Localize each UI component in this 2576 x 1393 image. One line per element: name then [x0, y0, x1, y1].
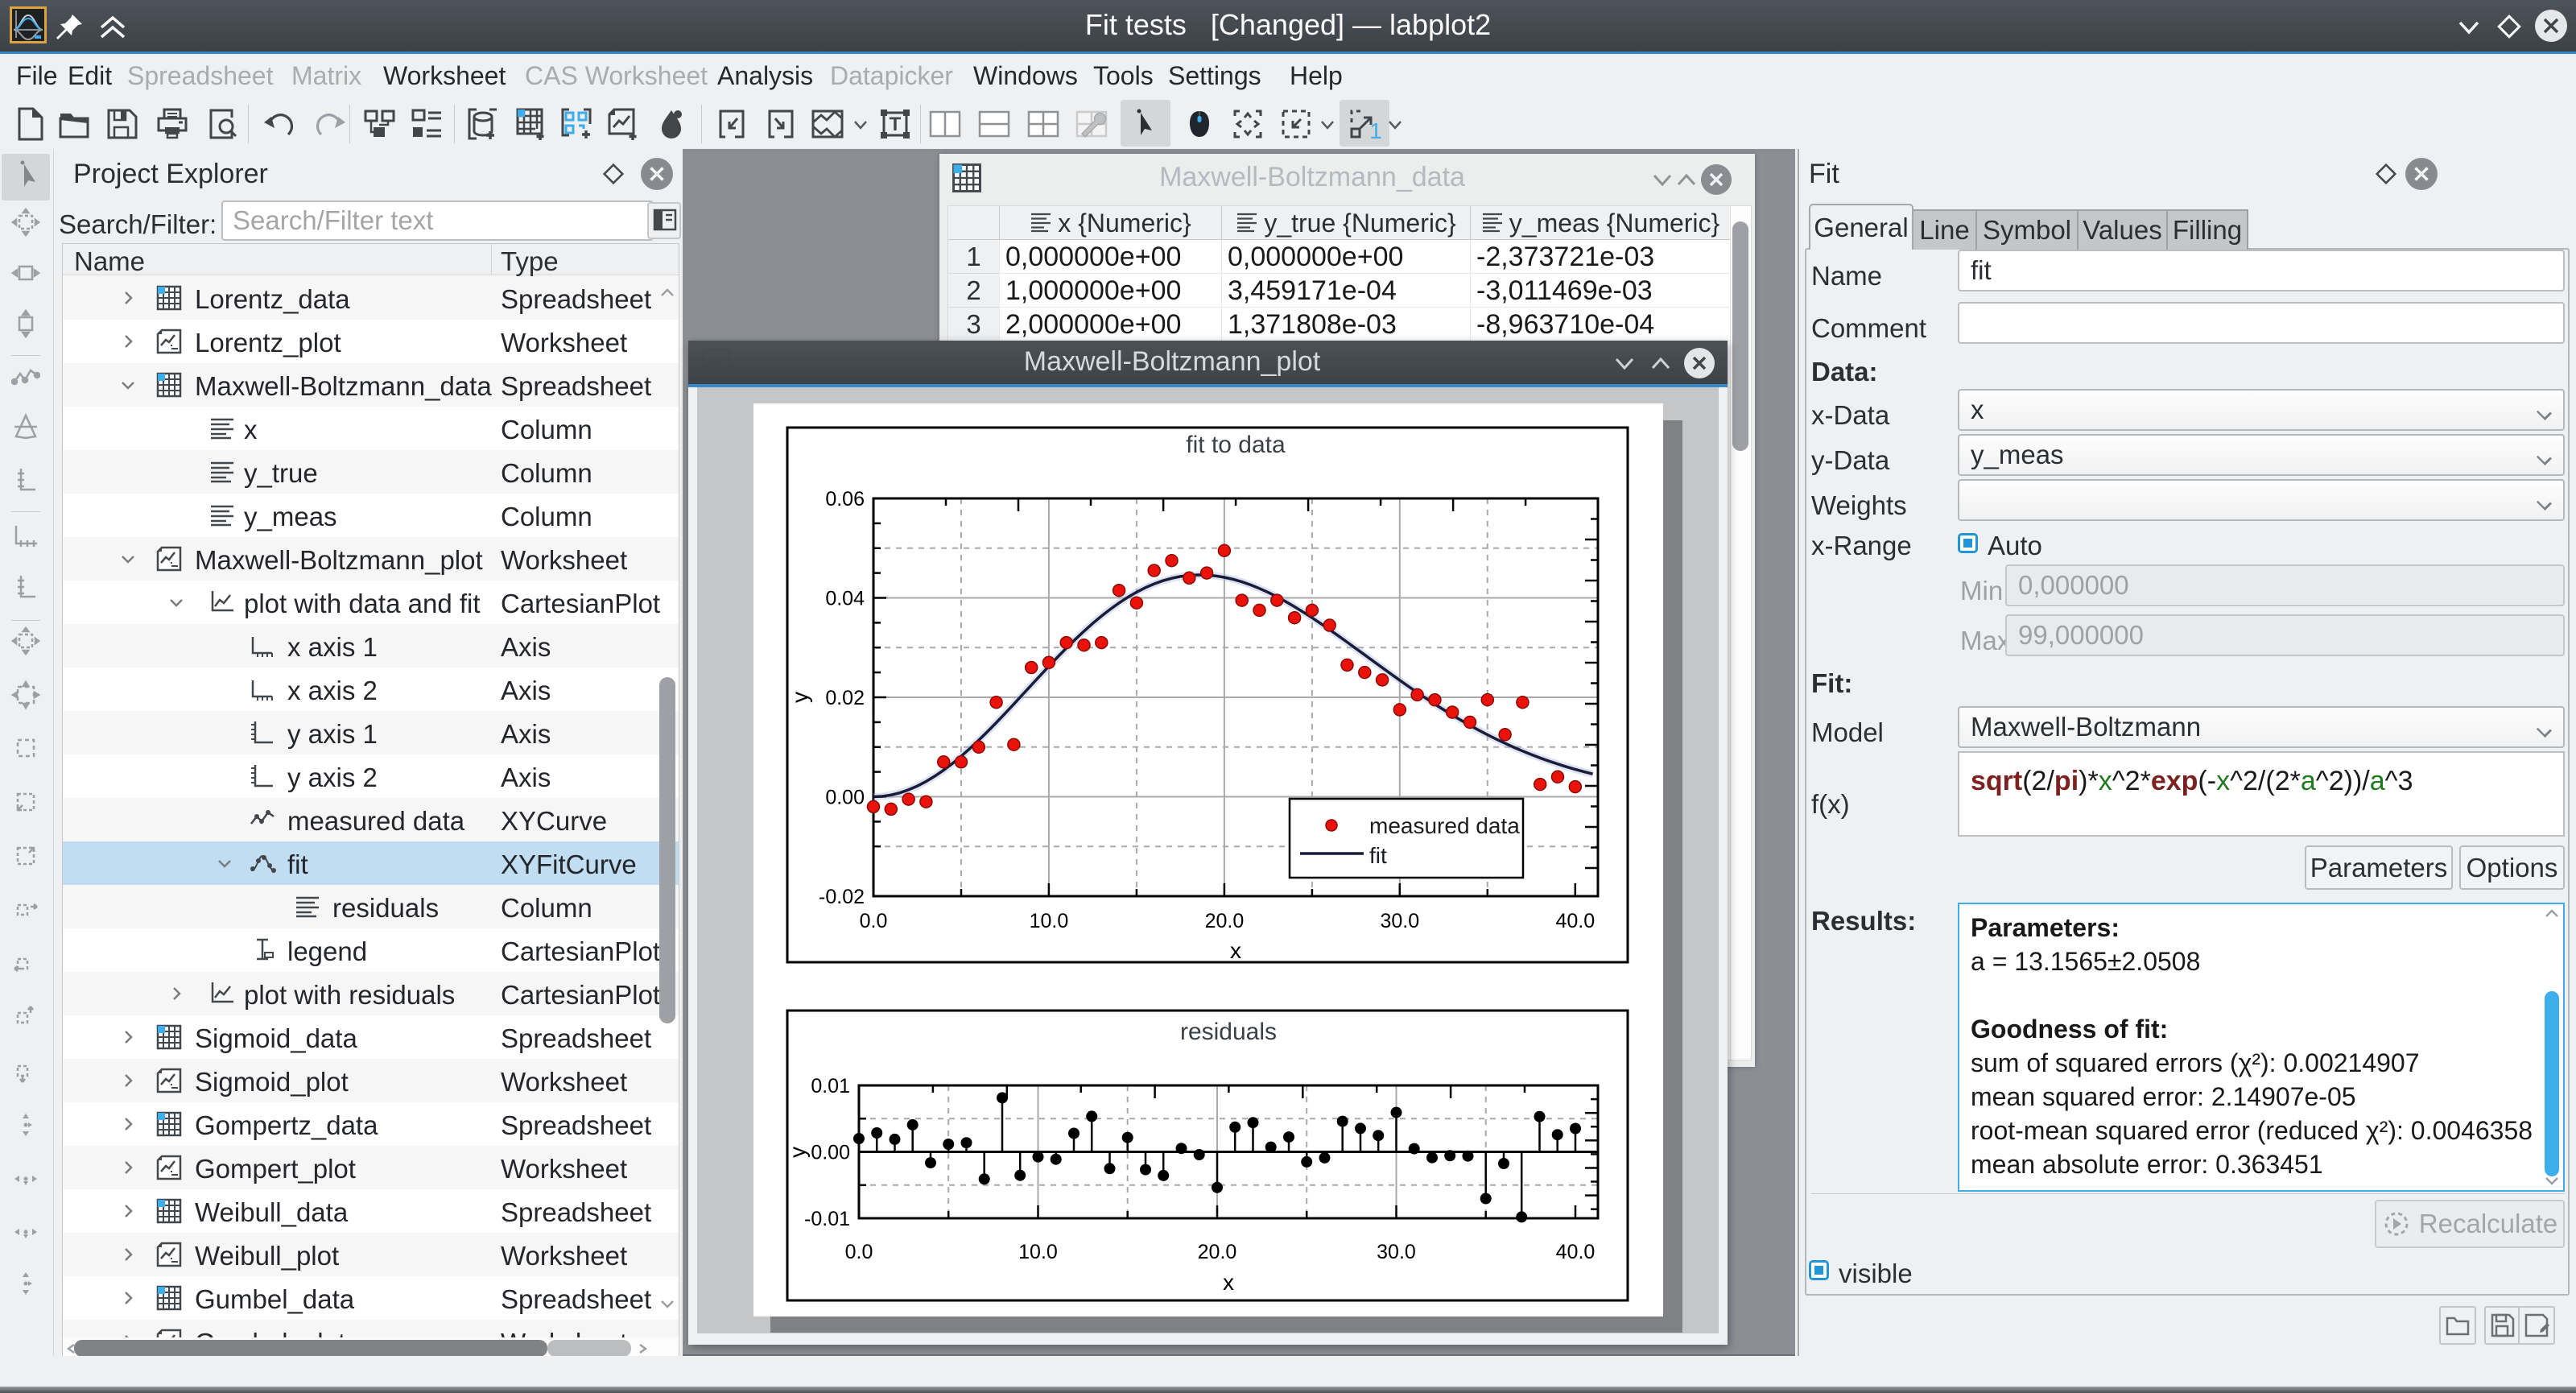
svg-text:40.0: 40.0 [1556, 1241, 1596, 1263]
svg-text:40.0: 40.0 [1555, 910, 1595, 932]
svg-text:20.0: 20.0 [1198, 1241, 1237, 1263]
svg-text:x: x [1223, 1270, 1234, 1295]
svg-text:-0.02: -0.02 [819, 886, 865, 908]
svg-text:0.00: 0.00 [811, 1142, 850, 1164]
svg-text:0.04: 0.04 [825, 588, 865, 610]
svg-text:measured data: measured data [1369, 813, 1520, 838]
svg-text:T: T [890, 114, 902, 135]
svg-text:30.0: 30.0 [1380, 910, 1419, 932]
svg-text:-0.01: -0.01 [804, 1208, 850, 1230]
svg-text:0.0: 0.0 [845, 1241, 873, 1263]
svg-text:10.0: 10.0 [1030, 910, 1069, 932]
svg-text:0.00: 0.00 [825, 787, 865, 809]
svg-text:20.0: 20.0 [1205, 910, 1245, 932]
svg-text:0.01: 0.01 [811, 1075, 850, 1097]
svg-text:30.0: 30.0 [1377, 1241, 1416, 1263]
svg-text:0.0: 0.0 [860, 910, 888, 932]
svg-text:0.02: 0.02 [825, 687, 865, 709]
svg-text:10.0: 10.0 [1018, 1241, 1058, 1263]
svg-text:1: 1 [1369, 118, 1382, 142]
svg-text:residuals: residuals [1180, 1019, 1277, 1045]
svg-text:x: x [1230, 938, 1241, 963]
svg-text:y: y [785, 1147, 810, 1158]
svg-text:fit to data: fit to data [1186, 432, 1286, 458]
svg-text:0.06: 0.06 [825, 488, 865, 510]
svg-text:y: y [787, 692, 812, 703]
svg-text:fit: fit [1369, 843, 1387, 868]
